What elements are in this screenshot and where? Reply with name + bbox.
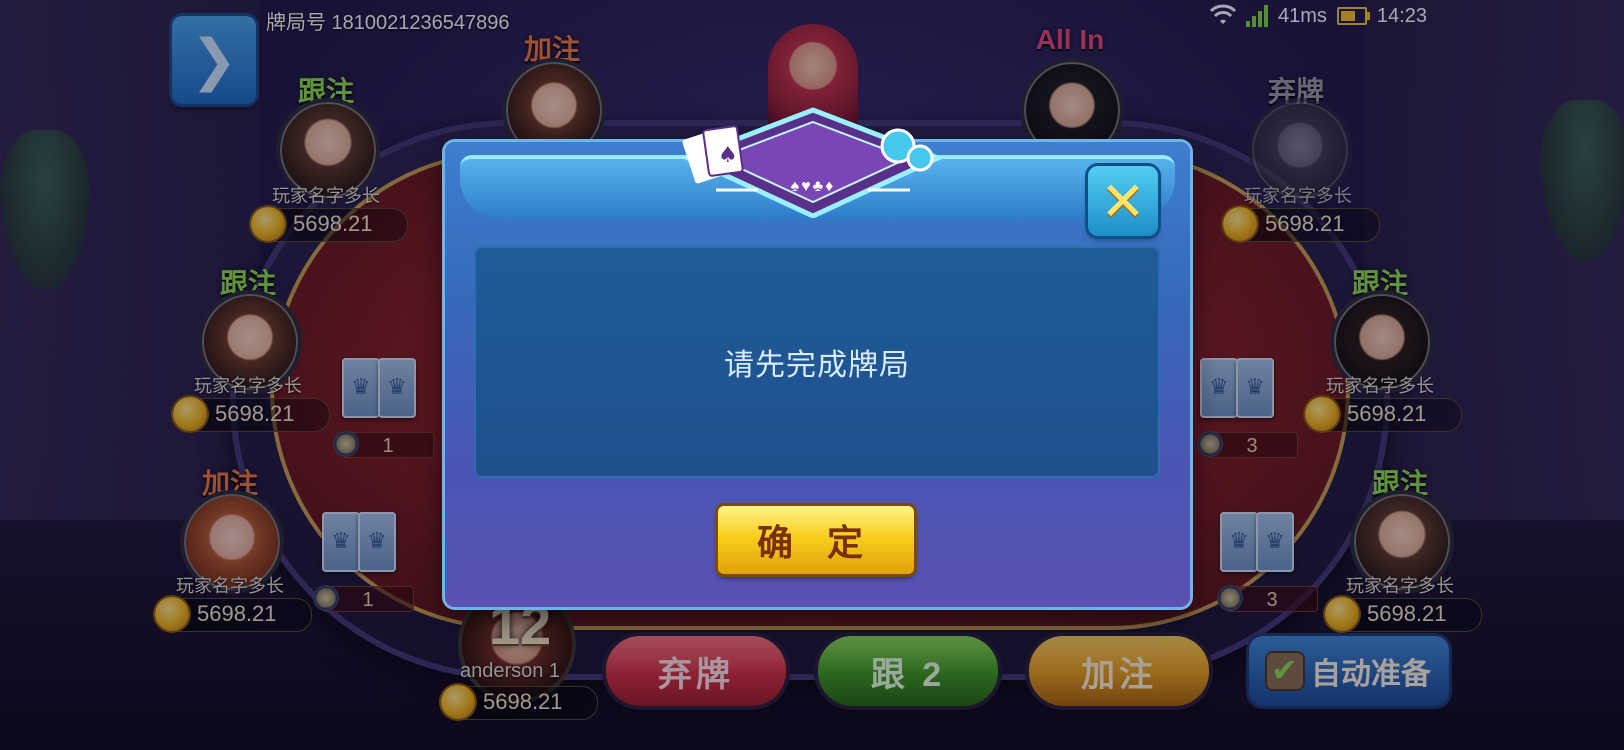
confirm-button[interactable]: 确 定 bbox=[718, 506, 914, 574]
close-button[interactable]: ✕ bbox=[1088, 166, 1158, 236]
alert-message: 请先完成牌局 bbox=[724, 349, 910, 382]
suit-symbols: ♠♥♣♦ bbox=[790, 178, 836, 195]
svg-text:♠: ♠ bbox=[718, 143, 738, 168]
dialog-badge: ♠ bbox=[681, 107, 945, 218]
close-icon: ✕ bbox=[1100, 171, 1146, 232]
message-panel: 请先完成牌局 bbox=[474, 246, 1160, 478]
